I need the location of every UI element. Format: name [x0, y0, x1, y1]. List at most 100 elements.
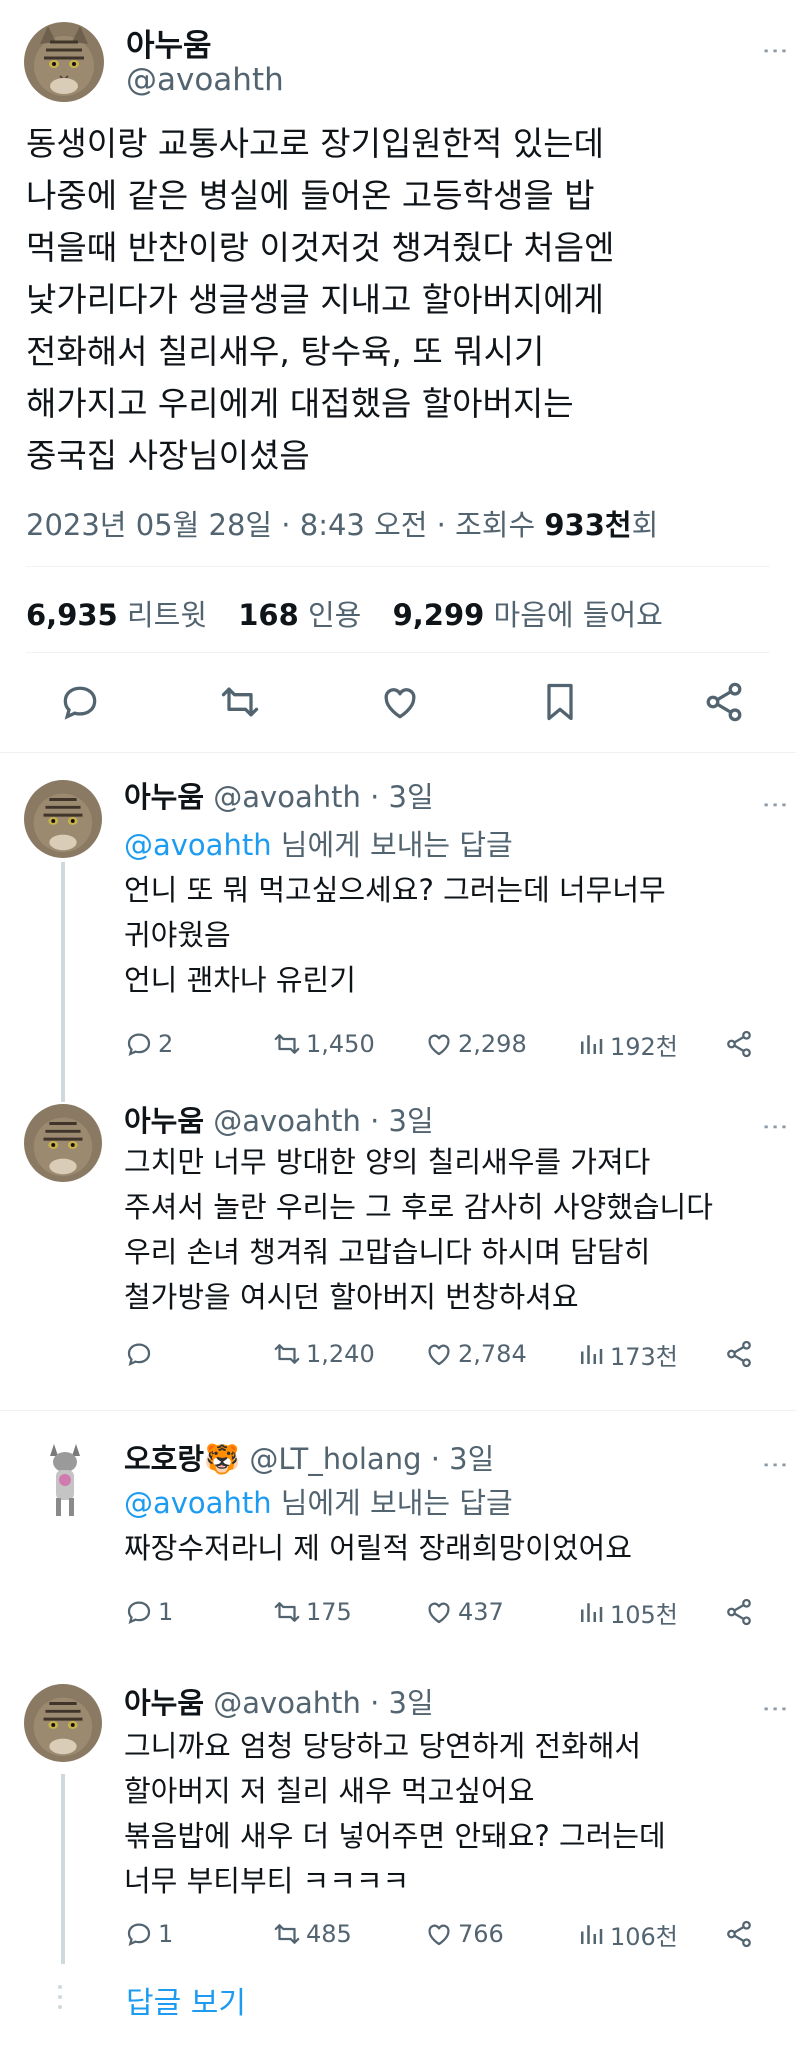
display-name[interactable]: 아누움 [124, 1104, 204, 1138]
dog-avatar-icon [42, 1440, 88, 1520]
retweet-stat[interactable]: 6,935 리트윗 [26, 598, 207, 632]
reply-icon [127, 1033, 151, 1057]
display-name[interactable]: 오호랑🐯 [124, 1442, 240, 1476]
views-button[interactable]: 173천 [576, 1336, 678, 1372]
share-icon [727, 1920, 751, 1948]
divider [26, 652, 770, 653]
reply-header: 오호랑🐯 @LT_holang · 3일 [124, 1436, 494, 1478]
retweet-icon [274, 1344, 300, 1364]
more-options-icon[interactable]: ⋮ [760, 792, 790, 816]
retweet-button[interactable]: 1,240 [272, 1336, 375, 1372]
avatar-cat[interactable] [24, 780, 102, 858]
reply-actions: 1,240 2,784 173천 [124, 1336, 764, 1372]
reply-text: 그니까요 엄청 당당하고 당연하게 전화해서 할아버지 저 칠리 새우 먹고싶어… [124, 1729, 666, 1898]
views-icon [581, 1603, 603, 1622]
replying-to: @avoahth 님에게 보내는 답글 [124, 1486, 513, 1520]
tweet-meta: 2023년 05월 28일 · 8:43 오전 · 조회수 933천회 [26, 502, 658, 544]
share-button[interactable] [724, 1916, 758, 1952]
reply-text: 그치만 너무 방대한 양의 칠리새우를 가져다 주셔서 놀란 우리는 그 후로 … [124, 1145, 713, 1314]
share-icon [727, 1598, 751, 1626]
like-icon[interactable] [378, 680, 422, 724]
show-replies-link[interactable]: 답글 보기 [126, 1978, 246, 2022]
handle[interactable]: @avoahth [213, 1686, 361, 1720]
tweet-date[interactable]: 2023년 05월 28일 · 8:43 오전 · 조회수 [26, 508, 544, 542]
like-button[interactable]: 766 [424, 1916, 504, 1952]
handle[interactable]: @avoahth [213, 780, 361, 814]
views-icon [581, 1345, 603, 1364]
reply-actions: 1 175 437 105천 [124, 1594, 764, 1630]
like-icon [428, 1924, 450, 1946]
handle[interactable]: @avoahth [126, 62, 284, 98]
reply-button[interactable] [124, 1336, 158, 1372]
like-button[interactable]: 2,784 [424, 1336, 527, 1372]
views-button[interactable]: 192천 [576, 1026, 678, 1062]
reply-actions: 1 485 766 106천 [124, 1916, 764, 1952]
replying-to: @avoahth 님에게 보내는 답글 [124, 828, 513, 862]
like-button[interactable]: 2,298 [424, 1026, 527, 1062]
more-options-icon[interactable]: ⋮ [760, 1114, 790, 1138]
share-button[interactable] [724, 1594, 758, 1630]
engagement-stats: 6,935 리트윗 168 인용 9,299 마음에 들어요 [26, 592, 663, 634]
timestamp[interactable]: · 3일 [431, 1442, 495, 1476]
more-options-icon[interactable]: ⋮ [760, 1696, 790, 1720]
view-count: 933천 [544, 508, 632, 542]
bookmark-icon[interactable] [538, 680, 582, 724]
cat-avatar-icon [24, 22, 104, 102]
replying-to-link[interactable]: @avoahth [124, 828, 272, 862]
retweet-button[interactable]: 485 [272, 1916, 352, 1952]
avatar-cat[interactable] [24, 22, 104, 102]
thread-dots-icon [58, 1985, 64, 2015]
handle[interactable]: @LT_holang [249, 1442, 421, 1476]
retweet-icon[interactable] [218, 680, 262, 724]
retweet-icon [274, 1602, 300, 1622]
reply-button[interactable]: 2 [124, 1026, 173, 1062]
reply-icon [127, 1601, 151, 1625]
retweet-icon [274, 1034, 300, 1054]
timestamp[interactable]: · 3일 [370, 1686, 434, 1720]
like-icon [428, 1602, 450, 1624]
tweet-text: 동생이랑 교통사고로 장기입원한적 있는데 나중에 같은 병실에 들어온 고등학… [26, 124, 615, 475]
thread-line [61, 1774, 65, 1964]
divider [0, 752, 796, 753]
reply-icon[interactable] [58, 680, 102, 724]
avatar-dog[interactable] [42, 1440, 88, 1520]
views-icon [581, 1925, 603, 1944]
reply-icon [127, 1923, 151, 1947]
share-button[interactable] [724, 1336, 758, 1372]
view-suffix: 회 [631, 508, 659, 542]
reply-button[interactable]: 1 [124, 1916, 173, 1952]
more-options-icon[interactable]: ⋮ [760, 38, 790, 62]
share-icon [727, 1340, 751, 1368]
share-icon [727, 1030, 751, 1058]
avatar-cat[interactable] [24, 1104, 102, 1182]
timestamp[interactable]: · 3일 [370, 780, 434, 814]
display-name[interactable]: 아누움 [124, 1686, 204, 1720]
reply-actions: 2 1,450 2,298 192천 [124, 1026, 764, 1062]
reply-button[interactable]: 1 [124, 1594, 173, 1630]
timestamp[interactable]: · 3일 [370, 1104, 434, 1138]
more-options-icon[interactable]: ⋮ [760, 1452, 790, 1476]
views-button[interactable]: 106천 [576, 1916, 678, 1952]
replying-to-link[interactable]: @avoahth [124, 1486, 272, 1520]
avatar-cat[interactable] [24, 1684, 102, 1762]
share-button[interactable] [724, 1026, 758, 1062]
display-name[interactable]: 아누움 [124, 780, 204, 814]
handle[interactable]: @avoahth [213, 1104, 361, 1138]
reply-icon [127, 1343, 151, 1367]
reply-header: 아누움 @avoahth · 3일 [124, 1680, 434, 1722]
retweet-icon [274, 1924, 300, 1944]
reply-header: 아누움 @avoahth · 3일 [124, 1098, 434, 1140]
like-stat[interactable]: 9,299 마음에 들어요 [393, 598, 663, 632]
like-icon [428, 1034, 450, 1056]
display-name[interactable]: 아누움 [126, 20, 212, 65]
share-icon[interactable] [702, 680, 746, 724]
divider [26, 566, 770, 567]
retweet-button[interactable]: 175 [272, 1594, 352, 1630]
tweet-action-bar [0, 680, 796, 730]
reply-header: 아누움 @avoahth · 3일 [124, 774, 434, 816]
like-button[interactable]: 437 [424, 1594, 504, 1630]
quote-stat[interactable]: 168 인용 [238, 598, 361, 632]
retweet-button[interactable]: 1,450 [272, 1026, 375, 1062]
views-button[interactable]: 105천 [576, 1594, 678, 1630]
reply-text: 언니 또 뭐 먹고싶으세요? 그러는데 너무너무 귀야웠음 언니 괜차나 유린기 [124, 873, 666, 997]
